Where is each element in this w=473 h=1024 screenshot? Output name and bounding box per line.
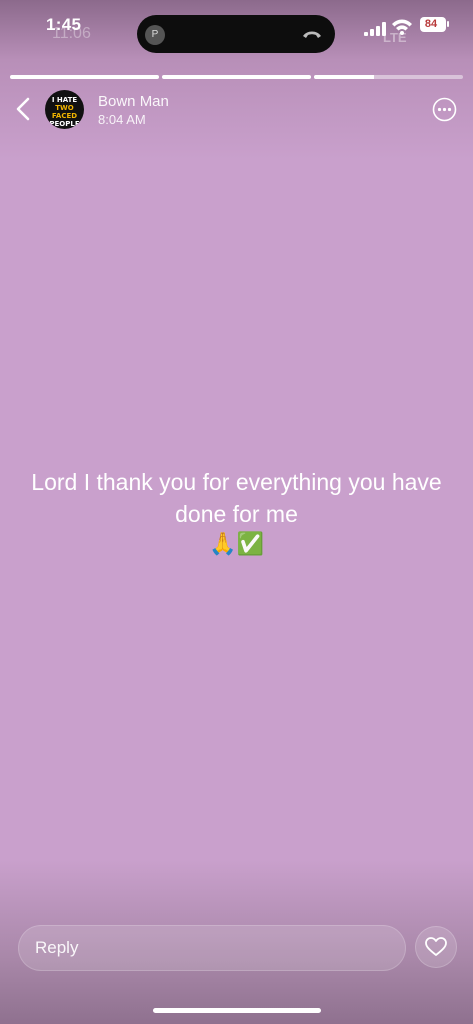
status-emoji: 🙏✅ bbox=[209, 531, 264, 556]
home-indicator[interactable] bbox=[153, 1008, 321, 1013]
post-time: 8:04 AM bbox=[98, 112, 146, 127]
story-progress-3-fill bbox=[314, 75, 374, 79]
avatar-logo-text: I HATE TWO FACED PEOPLE bbox=[45, 96, 84, 128]
status-bar: 11:06 1:45 P LTE 84 bbox=[0, 0, 473, 60]
reply-input[interactable]: Reply bbox=[18, 925, 406, 971]
author-name[interactable]: Bown Man bbox=[98, 93, 169, 110]
story-progress-2-fill bbox=[162, 75, 311, 79]
reply-placeholder: Reply bbox=[35, 938, 79, 957]
island-avatar: P bbox=[145, 25, 165, 45]
story-progress-1-fill bbox=[10, 75, 159, 79]
avatar-line-2: TWO FACED bbox=[51, 104, 78, 120]
signal-icon bbox=[364, 22, 386, 36]
chevron-left-icon[interactable] bbox=[12, 96, 36, 122]
avatar-line-1: I HATE bbox=[51, 96, 78, 104]
more-horizontal-icon[interactable] bbox=[432, 97, 457, 122]
heart-icon bbox=[425, 937, 447, 956]
avatar[interactable]: I HATE TWO FACED PEOPLE bbox=[45, 90, 84, 129]
clock: 1:45 bbox=[46, 15, 82, 34]
like-button[interactable] bbox=[415, 926, 457, 968]
battery-cap bbox=[447, 21, 449, 27]
story-progress-2 bbox=[162, 75, 311, 79]
phone-hangup-icon bbox=[303, 31, 321, 38]
battery-level: 84 bbox=[424, 18, 438, 30]
story-progress-3 bbox=[314, 75, 463, 79]
story-progress-1 bbox=[10, 75, 159, 79]
dynamic-island[interactable]: P bbox=[137, 15, 335, 53]
status-message: Lord I thank you for everything you have… bbox=[31, 469, 442, 527]
battery-icon: 84 bbox=[420, 17, 446, 32]
avatar-line-3: PEOPLE bbox=[49, 120, 80, 128]
wifi-icon bbox=[392, 19, 412, 35]
